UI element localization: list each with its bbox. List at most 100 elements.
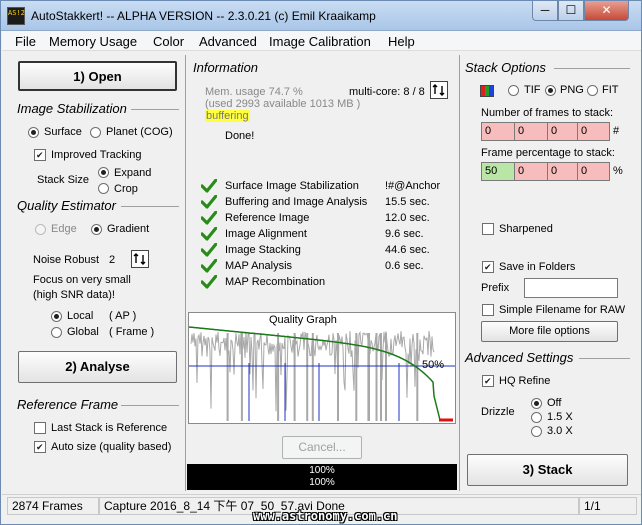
quality-estimator-title: Quality Estimator: [17, 198, 116, 213]
cancel-button[interactable]: Cancel...: [282, 436, 362, 459]
progress-text-2: 100%: [309, 477, 335, 488]
divider: [121, 206, 179, 207]
last-stack-reference-checkbox[interactable]: [34, 422, 46, 434]
stack-options-title: Stack Options: [465, 60, 546, 75]
percentage-input-1[interactable]: 50: [481, 162, 515, 181]
multicore-text: multi-core: 8 / 8: [349, 86, 425, 98]
advanced-settings-title: Advanced Settings: [465, 350, 574, 365]
memory-used-text: (used 2993 available 1013 MB ): [205, 98, 361, 110]
step-complete-icon: [200, 226, 218, 241]
prefix-input[interactable]: [524, 278, 618, 298]
frames-input-3[interactable]: 0: [547, 122, 578, 141]
quality-graph-title: Quality Graph: [268, 314, 338, 326]
watermark-text: www.astronomy.com.cn: [253, 509, 398, 523]
global-tag: ( Frame ): [109, 326, 155, 338]
planet-label: Planet (COG): [106, 126, 173, 138]
simple-filename-label: Simple Filename for RAW: [499, 304, 626, 316]
title-bar[interactable]: AS!2 AutoStakkert! -- ALPHA VERSION -- 2…: [1, 1, 641, 31]
memory-usage-text: Mem. usage 74.7 %: [205, 86, 303, 98]
edge-radio[interactable]: [35, 224, 46, 235]
panel-divider: [185, 55, 186, 491]
noise-stepper-icon[interactable]: [131, 250, 149, 268]
menu-memory-usage[interactable]: Memory Usage: [49, 34, 137, 49]
drizzle-off-radio[interactable]: [531, 398, 542, 409]
open-button[interactable]: 1) Open: [18, 61, 177, 91]
step-name: Image Alignment: [225, 228, 307, 240]
menu-file[interactable]: File: [15, 34, 36, 49]
step-time: 0.6 sec.: [385, 260, 424, 272]
improved-tracking-checkbox[interactable]: [34, 149, 46, 161]
image-stabilization-title: Image Stabilization: [17, 101, 127, 116]
local-radio[interactable]: [51, 311, 62, 322]
information-title: Information: [193, 60, 259, 75]
drizzle-label: Drizzle: [481, 406, 515, 418]
analyse-button[interactable]: 2) Analyse: [18, 351, 177, 383]
simple-filename-checkbox[interactable]: [482, 304, 494, 316]
menu-advanced[interactable]: Advanced: [199, 34, 257, 49]
close-button[interactable]: ✕: [584, 1, 629, 21]
focus-note-line2: (high SNR data)!: [33, 289, 115, 301]
surface-label: Surface: [44, 126, 82, 138]
maximize-button[interactable]: ☐: [558, 1, 584, 21]
progress-bars: 100% 100%: [187, 464, 457, 490]
png-radio[interactable]: [545, 85, 556, 96]
drizzle-15-label: 1.5 X: [547, 411, 573, 423]
frames-input-1[interactable]: 0: [481, 122, 515, 141]
surface-radio[interactable]: [28, 127, 39, 138]
step-name: Image Stacking: [225, 244, 301, 256]
color-channel-icon[interactable]: [480, 85, 494, 97]
more-file-options-button[interactable]: More file options: [481, 321, 618, 342]
menu-color[interactable]: Color: [153, 34, 184, 49]
step-complete-icon: [200, 274, 218, 289]
noise-robust-label: Noise Robust: [33, 254, 100, 266]
drizzle-off-label: Off: [547, 397, 562, 409]
done-text: Done!: [225, 130, 255, 142]
gradient-label: Gradient: [107, 223, 150, 235]
fit-radio[interactable]: [587, 85, 598, 96]
divider: [131, 109, 179, 110]
menu-help[interactable]: Help: [388, 34, 415, 49]
status-page: 1/1: [579, 497, 637, 515]
planet-radio[interactable]: [90, 127, 101, 138]
panel-divider: [459, 55, 460, 491]
expand-label: Expand: [114, 167, 152, 179]
crop-label: Crop: [114, 183, 138, 195]
frames-input-4[interactable]: 0: [577, 122, 610, 141]
minimize-button[interactable]: ─: [532, 1, 558, 21]
percentage-input-2[interactable]: 0: [514, 162, 548, 181]
hq-refine-label: HQ Refine: [499, 375, 551, 387]
last-stack-reference-label: Last Stack is Reference: [51, 422, 168, 434]
tif-radio[interactable]: [508, 85, 519, 96]
step-complete-icon: [200, 258, 218, 273]
menu-image-calibration[interactable]: Image Calibration: [269, 34, 371, 49]
frames-input-2[interactable]: 0: [514, 122, 548, 141]
hq-refine-checkbox[interactable]: [482, 375, 494, 387]
step-complete-icon: [200, 194, 218, 209]
sharpened-checkbox[interactable]: [482, 223, 494, 235]
multicore-stepper-icon[interactable]: [430, 81, 448, 99]
window-title: AutoStakkert! -- ALPHA VERSION -- 2.3.0.…: [31, 9, 376, 23]
noise-robust-value: 2: [109, 254, 116, 266]
step-name: MAP Recombination: [225, 276, 326, 288]
percentage-input-3[interactable]: 0: [547, 162, 578, 181]
crop-radio[interactable]: [98, 183, 109, 194]
stack-button[interactable]: 3) Stack: [467, 454, 628, 486]
percentage-unit: %: [613, 165, 623, 177]
quality-graph-plot: [189, 326, 455, 422]
global-radio[interactable]: [51, 327, 62, 338]
local-label: Local: [67, 310, 94, 322]
drizzle-30-label: 3.0 X: [547, 425, 573, 437]
auto-size-checkbox[interactable]: [34, 441, 46, 453]
divider: [579, 358, 630, 359]
percentage-input-4[interactable]: 0: [577, 162, 610, 181]
divider: [121, 405, 179, 406]
png-label: PNG: [560, 84, 584, 96]
gradient-radio[interactable]: [91, 224, 102, 235]
save-in-folders-checkbox[interactable]: [482, 261, 494, 273]
drizzle-15-radio[interactable]: [531, 412, 542, 423]
app-icon: AS!2: [7, 7, 25, 25]
frame-percentage-label: Frame percentage to stack:: [481, 147, 615, 159]
drizzle-30-radio[interactable]: [531, 426, 542, 437]
expand-radio[interactable]: [98, 167, 109, 178]
step-name: Buffering and Image Analysis: [225, 196, 368, 208]
